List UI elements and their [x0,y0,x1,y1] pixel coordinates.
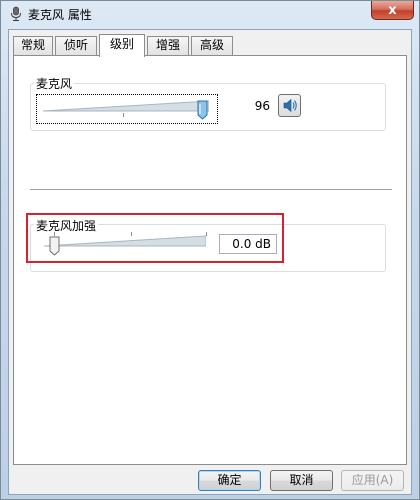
tab-general[interactable]: 常规 [13,36,53,55]
apply-button[interactable]: 应用(A) [341,470,404,491]
tab-enhancements[interactable]: 增强 [147,36,189,55]
microphone-icon [11,6,21,21]
tab-listen[interactable]: 侦听 [55,36,97,55]
title-bar[interactable]: 麦克风 属性 x [1,1,419,27]
microphone-level-value: 96 [254,99,270,113]
slider-tick [123,113,124,117]
microphone-slider-track [43,100,209,112]
boost-highlight-frame [26,213,284,263]
window-title: 麦克风 属性 [28,8,92,22]
close-button[interactable]: x [371,1,414,20]
microphone-level-slider[interactable] [36,94,218,124]
dialog-client-area: 常规 侦听 级别 增强 高级 麦克风 96 麦克风加强 0.0 dB 确定 取消… [8,29,412,495]
close-icon: x [388,2,397,18]
microphone-mute-button[interactable] [278,94,301,117]
properties-window: 麦克风 属性 x 常规 侦听 级别 增强 高级 麦克风 96 麦克风加强 0.0… [0,0,420,500]
microphone-group-label: 麦克风 [34,75,75,92]
microphone-slider-thumb[interactable] [197,100,208,120]
section-divider [30,189,392,191]
cancel-button[interactable]: 取消 [270,470,333,491]
tab-levels[interactable]: 级别 [99,34,145,57]
tab-advanced[interactable]: 高级 [191,36,233,55]
levels-panel: 麦克风 96 麦克风加强 0.0 dB [13,55,407,465]
ok-button[interactable]: 确定 [198,470,261,491]
speaker-icon [283,98,297,113]
